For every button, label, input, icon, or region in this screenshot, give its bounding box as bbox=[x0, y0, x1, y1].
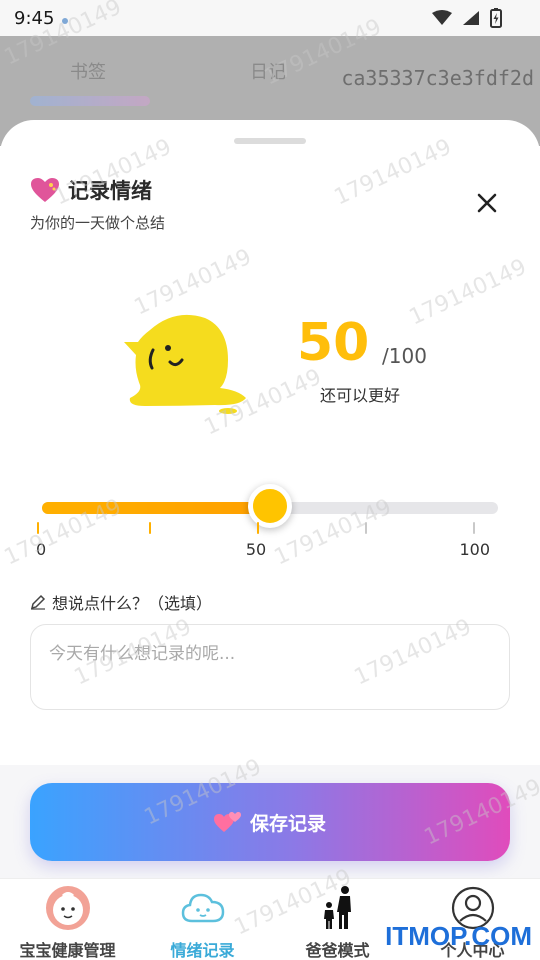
mood-score-value: 50 bbox=[297, 313, 370, 373]
slider-tick bbox=[257, 522, 259, 534]
page-subtitle: 为你的一天做个总结 bbox=[30, 214, 166, 232]
slider-tick bbox=[473, 522, 475, 534]
save-button-label: 保存记录 bbox=[249, 812, 326, 835]
mood-score-total: /100 bbox=[382, 344, 427, 368]
slider-tick bbox=[149, 522, 151, 534]
mood-mascot-icon bbox=[124, 314, 246, 414]
background-tab: 书签 bbox=[70, 62, 106, 83]
cloud-face-icon bbox=[181, 893, 224, 923]
note-label-text: 想说点什么？（选填） bbox=[52, 594, 213, 613]
note-label: 想说点什么？（选填） bbox=[30, 590, 212, 614]
slider-tick-label: 50 bbox=[245, 540, 267, 559]
status-icons bbox=[432, 8, 502, 28]
slider-tick-label: 0 bbox=[36, 540, 47, 559]
note-input[interactable] bbox=[30, 624, 510, 710]
slider-tick bbox=[37, 522, 39, 534]
wifi-icon bbox=[432, 10, 452, 25]
background-tab: 日记 bbox=[250, 62, 286, 83]
nav-item-mood-record[interactable]: 情绪记录 bbox=[135, 883, 270, 960]
sheet-header: 记录情绪 bbox=[30, 175, 152, 205]
close-icon[interactable] bbox=[474, 190, 500, 216]
slider-thumb[interactable] bbox=[248, 484, 292, 528]
nav-item-baby-health[interactable]: 宝宝健康管理 bbox=[0, 883, 135, 960]
notification-dot-icon bbox=[62, 18, 68, 24]
slider-tick-label: 100 bbox=[459, 540, 490, 559]
baby-face-icon bbox=[45, 886, 90, 930]
nav-label: 宝宝健康管理 bbox=[19, 941, 116, 960]
mood-record-sheet: 记录情绪 为你的一天做个总结 50 /100 还可以更好 想说点什么？（选填） … bbox=[0, 120, 540, 878]
pencil-icon bbox=[30, 594, 46, 610]
sheet-drag-handle[interactable] bbox=[234, 138, 306, 144]
status-bar: 9:45 bbox=[0, 0, 540, 36]
heart-icon bbox=[31, 178, 59, 202]
save-area: 保存记录 bbox=[0, 765, 540, 878]
battery-icon bbox=[490, 8, 502, 28]
signal-icon bbox=[463, 11, 479, 25]
hearts-icon bbox=[213, 812, 241, 832]
background-tab-indicator bbox=[30, 96, 150, 106]
nav-label: 情绪记录 bbox=[170, 941, 235, 960]
page-title: 记录情绪 bbox=[68, 179, 152, 203]
background-hash-text: ca35337c3e3fdf2d bbox=[341, 66, 534, 90]
save-button[interactable]: 保存记录 bbox=[30, 783, 510, 861]
father-child-icon bbox=[323, 886, 351, 929]
slider-tick bbox=[365, 522, 367, 534]
brand-watermark: ITMOP.COM bbox=[385, 921, 532, 951]
status-time: 9:45 bbox=[14, 8, 55, 29]
slider-fill bbox=[42, 502, 270, 514]
mood-slider[interactable] bbox=[42, 484, 498, 528]
mood-score-label: 还可以更好 bbox=[320, 386, 401, 405]
